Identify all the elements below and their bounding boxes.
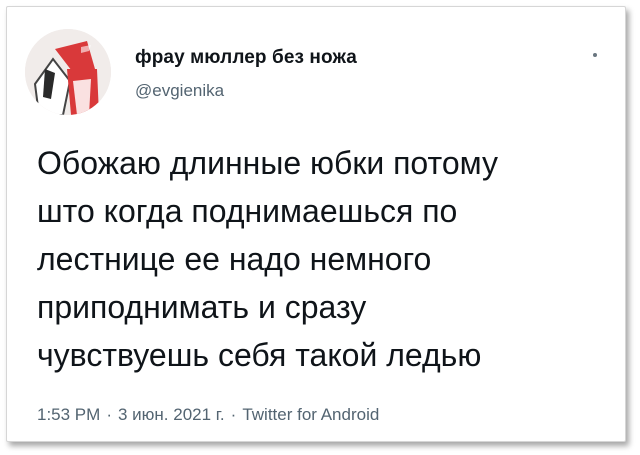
author-handle[interactable]: @evgienika [135,81,224,101]
tweet-card: фрау мюллер без ножа @evgienika Обожаю д… [6,6,626,442]
avatar-image [25,29,111,115]
tweet-source[interactable]: Twitter for Android [242,405,379,424]
tweet-text-line: Обожаю длинные юбки потому [37,145,498,181]
tweet-text: Обожаю длинные юбки потому што когда под… [37,139,617,379]
more-options-icon [593,53,597,57]
avatar[interactable] [25,29,111,115]
tweet-time[interactable]: 1:53 PM [37,405,100,424]
tweet-text-line: лестнице ее надо немного [37,241,432,277]
more-options-button[interactable] [583,43,607,67]
tweet-header: фрау мюллер без ножа @evgienika [25,29,607,119]
tweet-date[interactable]: 3 июн. 2021 г. [118,405,225,424]
tweet-text-line: што когда поднимаешься по [37,193,458,229]
tweet-text-line: приподнимать и сразу [37,289,367,325]
meta-separator: · [230,405,237,424]
tweet-meta: 1:53 PM · 3 июн. 2021 г. · Twitter for Andro… [37,405,379,425]
meta-separator: · [106,405,112,424]
author-display-name[interactable]: фрау мюллер без ножа [135,47,357,69]
tweet-text-line: чувствуешь себя такой ледью [37,337,482,373]
